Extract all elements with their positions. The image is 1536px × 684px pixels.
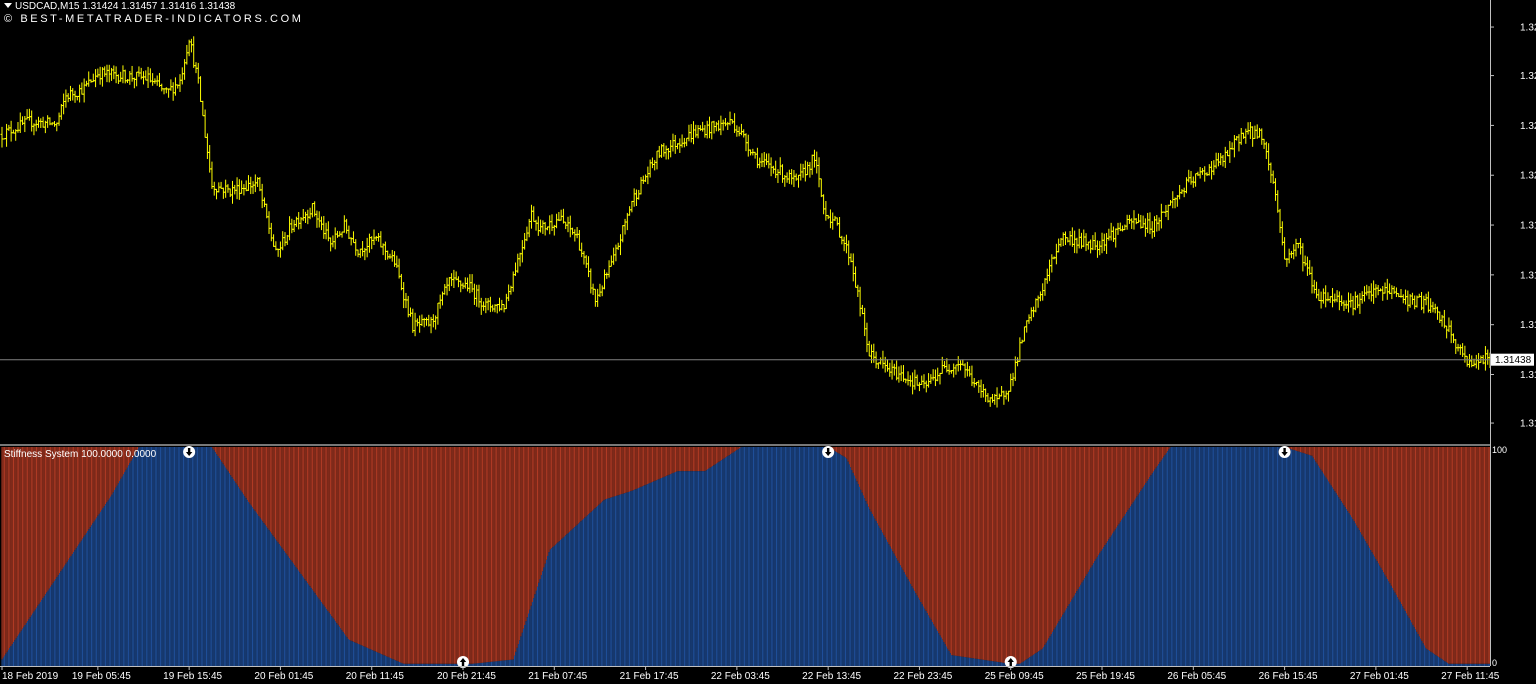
watermark: © BEST-METATRADER-INDICATORS.COM	[4, 13, 304, 25]
y-tick-label: 1.31190	[1520, 419, 1536, 430]
y-tick-label: 1.32160	[1520, 171, 1536, 182]
x-tick-label: 25 Feb 09:45	[985, 671, 1044, 682]
dropdown-triangle-icon[interactable]	[4, 3, 12, 8]
x-tick-label: 20 Feb 21:45	[437, 671, 496, 682]
y-tick-label: 1.31770	[1520, 270, 1536, 281]
y-tick-label: 1.32355	[1520, 121, 1536, 132]
current-price-badge: 1.31438	[1491, 354, 1534, 367]
y-tick-label: 1.31575	[1520, 320, 1536, 331]
x-tick-label: 22 Feb 03:45	[711, 671, 770, 682]
x-tick-label: 20 Feb 11:45	[346, 671, 405, 682]
y-tick-label: 1.31380	[1520, 370, 1536, 381]
chart-window: 1.32740 1.32550 1.32355 1.32160 1.31965 1.317…	[0, 0, 1536, 684]
sell-arrow-icon	[822, 446, 834, 458]
x-tick-label: 26 Feb 15:45	[1259, 671, 1318, 682]
sell-arrow-icon	[183, 446, 195, 458]
y-tick-label: 1.32740	[1520, 23, 1536, 34]
x-tick-label: 27 Feb 11:45	[1441, 671, 1500, 682]
current-price-label: 1.31438	[1495, 355, 1532, 366]
symbol-info-text: USDCAD,M15 1.31424 1.31457 1.31416 1.314…	[15, 1, 235, 12]
indicator-title: Stiffness System 100.0000 0.0000	[4, 449, 156, 460]
x-tick-label: 25 Feb 19:45	[1076, 671, 1135, 682]
x-tick-label: 19 Feb 15:45	[163, 671, 222, 682]
sell-arrow-icon	[1279, 446, 1291, 458]
x-tick-label: 22 Feb 23:45	[893, 671, 952, 682]
x-tick-label: 21 Feb 07:45	[528, 671, 587, 682]
x-tick-label: 18 Feb 2019	[2, 671, 59, 682]
indicator-level-label: 100	[1492, 445, 1507, 455]
x-tick-label: 27 Feb 01:45	[1350, 671, 1409, 682]
x-tick-label: 20 Feb 01:45	[254, 671, 313, 682]
y-tick-label: 1.31965	[1520, 221, 1536, 232]
x-tick-label: 26 Feb 05:45	[1167, 671, 1226, 682]
y-tick-label: 1.32550	[1520, 71, 1536, 82]
indicator-level-label: 0	[1492, 658, 1497, 668]
symbol-info[interactable]: USDCAD,M15 1.31424 1.31457 1.31416 1.314…	[4, 1, 235, 12]
x-tick-label: 19 Feb 05:45	[72, 671, 131, 682]
x-tick-label: 21 Feb 17:45	[620, 671, 679, 682]
x-tick-label: 22 Feb 13:45	[802, 671, 861, 682]
